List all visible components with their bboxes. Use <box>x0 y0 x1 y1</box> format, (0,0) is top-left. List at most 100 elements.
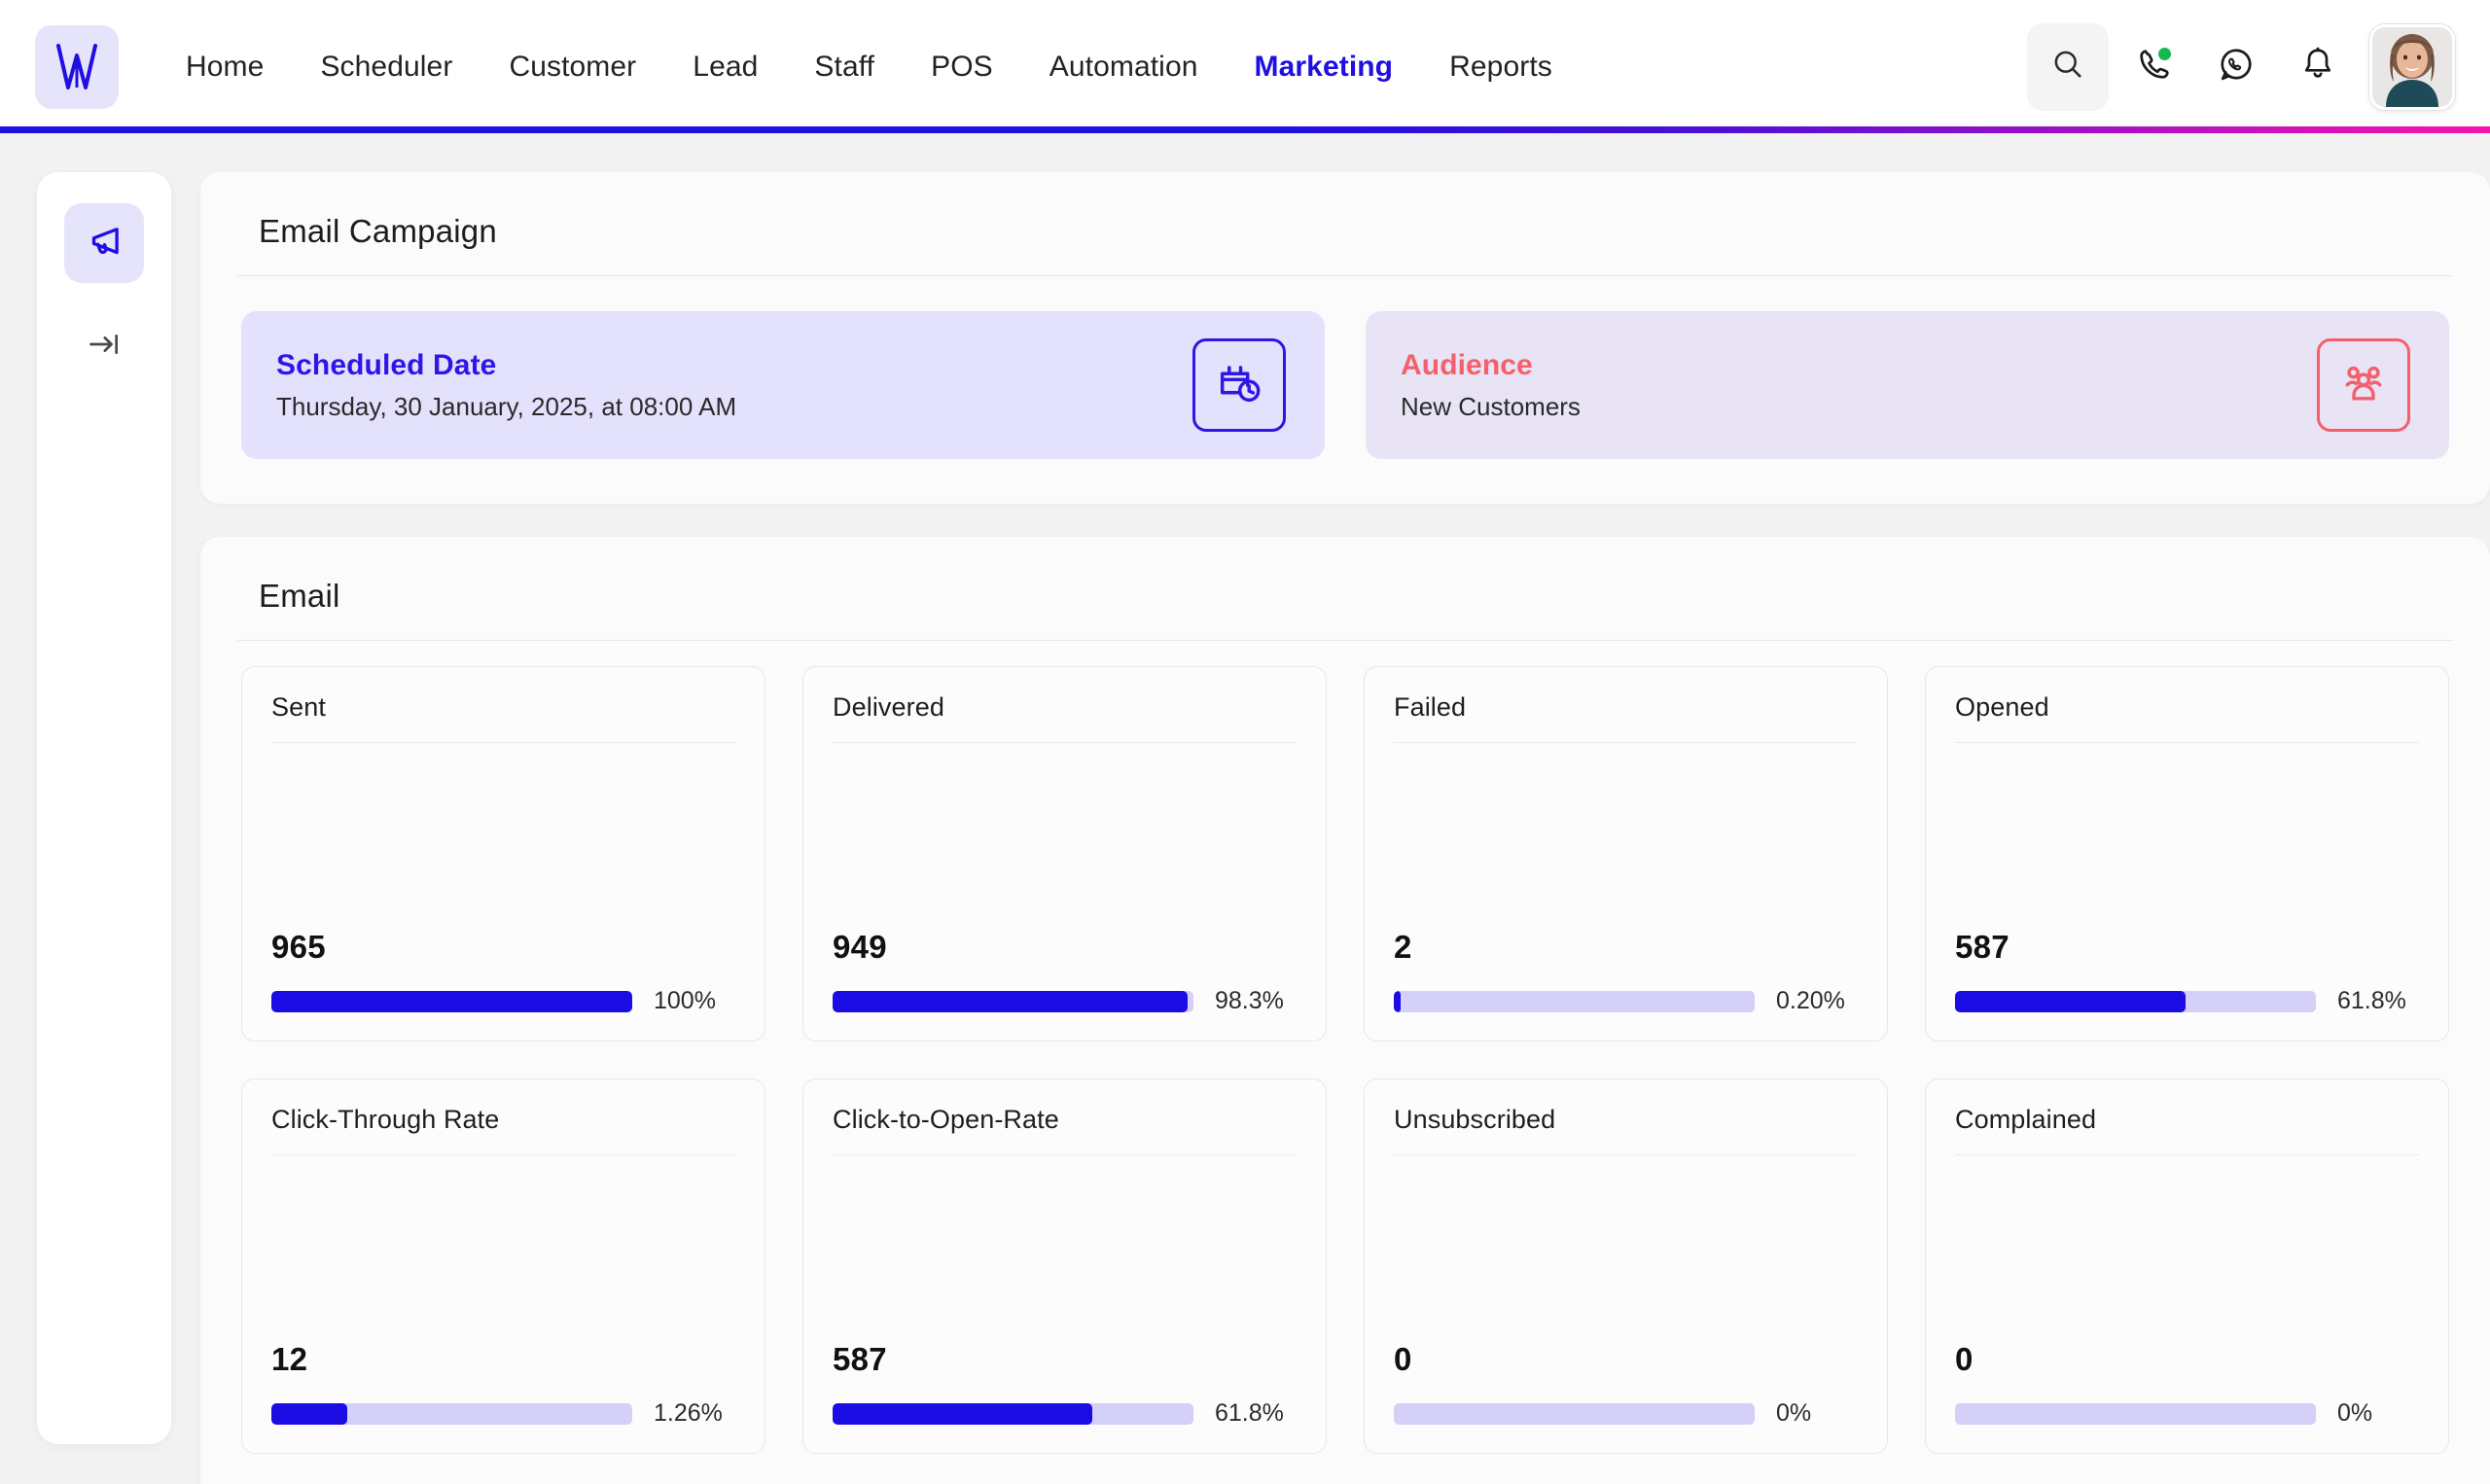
progress-label: 61.8% <box>1215 1399 1297 1428</box>
progress-track <box>1955 991 2316 1012</box>
progress-label: 0% <box>2337 1399 2419 1428</box>
stat-value: 949 <box>833 929 1297 966</box>
stat-card-unsubscribed[interactable]: Unsubscribed 0 0% <box>1364 1078 1888 1454</box>
primary-nav: Home Scheduler Customer Lead Staff POS A… <box>158 41 2027 93</box>
progress-label: 1.26% <box>654 1399 735 1428</box>
audience-label: Audience <box>1401 349 1581 382</box>
stat-card-delivered[interactable]: Delivered 949 98.3% <box>802 666 1327 1042</box>
collapse-arrow-icon <box>86 326 123 368</box>
nav-item-home[interactable]: Home <box>158 41 292 93</box>
stat-divider <box>271 742 735 743</box>
call-status-dot <box>2158 48 2171 60</box>
stat-title: Click-Through Rate <box>271 1105 735 1154</box>
header-actions <box>2027 23 2455 111</box>
stat-card-opened[interactable]: Opened 587 61.8% <box>1925 666 2449 1042</box>
stat-title: Sent <box>271 692 735 742</box>
stat-progress: 100% <box>271 987 735 1015</box>
stat-progress: 98.3% <box>833 987 1297 1015</box>
whatsapp-icon <box>2218 46 2255 88</box>
scheduled-date-card[interactable]: Scheduled Date Thursday, 30 January, 202… <box>241 311 1325 459</box>
stat-divider <box>1955 1154 2419 1155</box>
stat-card-failed[interactable]: Failed 2 0.20% <box>1364 666 1888 1042</box>
progress-track <box>271 1403 632 1425</box>
stat-value: 12 <box>271 1341 735 1378</box>
audience-card[interactable]: Audience New Customers <box>1366 311 2449 459</box>
stat-title: Unsubscribed <box>1394 1105 1858 1154</box>
app-logo[interactable] <box>35 25 119 109</box>
search-icon <box>2050 47 2085 87</box>
stat-progress: 61.8% <box>1955 987 2419 1015</box>
stat-progress: 1.26% <box>271 1399 735 1428</box>
stat-value: 587 <box>833 1341 1297 1378</box>
stat-card-complained[interactable]: Complained 0 0% <box>1925 1078 2449 1454</box>
scheduled-date-value: Thursday, 30 January, 2025, at 08:00 AM <box>276 392 736 422</box>
email-section-title: Email <box>259 578 2432 615</box>
stat-card-click-to-open-rate[interactable]: Click-to-Open-Rate 587 61.8% <box>802 1078 1327 1454</box>
stat-value: 587 <box>1955 929 2419 966</box>
nav-item-marketing[interactable]: Marketing <box>1227 41 1422 93</box>
main-content: Email Campaign Scheduled Date Thursday, … <box>200 172 2490 1484</box>
stat-title: Delivered <box>833 692 1297 742</box>
progress-fill <box>1955 991 2186 1012</box>
progress-label: 61.8% <box>2337 987 2419 1015</box>
audience-value: New Customers <box>1401 392 1581 422</box>
user-avatar-button[interactable] <box>2369 24 2455 110</box>
stat-divider <box>833 742 1297 743</box>
nav-item-pos[interactable]: POS <box>903 41 1021 93</box>
nav-item-reports[interactable]: Reports <box>1421 41 1581 93</box>
email-stat-cards: Sent 965 100% Delivered 949 <box>200 641 2490 1484</box>
stat-title: Complained <box>1955 1105 2419 1154</box>
stat-title: Click-to-Open-Rate <box>833 1105 1297 1154</box>
progress-label: 0% <box>1776 1399 1858 1428</box>
stat-progress: 61.8% <box>833 1399 1297 1428</box>
campaign-panel-header: Email Campaign <box>200 172 2490 275</box>
calendar-clock-icon <box>1214 358 1264 413</box>
campaign-summary-row: Scheduled Date Thursday, 30 January, 202… <box>200 276 2490 504</box>
left-sidebar <box>37 172 171 1444</box>
stat-progress: 0% <box>1394 1399 1858 1428</box>
w-logo-icon <box>54 41 99 93</box>
audience-text: Audience New Customers <box>1401 349 1581 422</box>
stat-divider <box>1955 742 2419 743</box>
progress-fill <box>1394 991 1401 1012</box>
stat-value: 0 <box>1955 1341 2419 1378</box>
bell-icon <box>2299 46 2336 88</box>
nav-item-automation[interactable]: Automation <box>1021 41 1227 93</box>
nav-item-customer[interactable]: Customer <box>480 41 664 93</box>
top-navigation-bar: Home Scheduler Customer Lead Staff POS A… <box>0 0 2490 133</box>
page-body: Email Campaign Scheduled Date Thursday, … <box>0 133 2490 1484</box>
notifications-button[interactable] <box>2282 31 2354 103</box>
progress-track <box>1394 1403 1755 1425</box>
whatsapp-button[interactable] <box>2200 31 2272 103</box>
people-group-icon-box <box>2317 338 2410 432</box>
progress-fill <box>271 1403 347 1425</box>
megaphone-icon <box>84 221 124 266</box>
sidebar-item-campaign[interactable] <box>64 203 144 283</box>
stat-divider <box>833 1154 1297 1155</box>
progress-label: 0.20% <box>1776 987 1858 1015</box>
calendar-clock-icon-box <box>1192 338 1286 432</box>
stat-progress: 0.20% <box>1394 987 1858 1015</box>
scheduled-date-text: Scheduled Date Thursday, 30 January, 202… <box>276 349 736 422</box>
nav-item-staff[interactable]: Staff <box>786 41 903 93</box>
page-title: Email Campaign <box>259 213 2432 250</box>
email-panel-header: Email <box>200 537 2490 640</box>
stat-divider <box>1394 742 1858 743</box>
nav-item-scheduler[interactable]: Scheduler <box>292 41 480 93</box>
stat-card-sent[interactable]: Sent 965 100% <box>241 666 765 1042</box>
sidebar-item-collapse[interactable] <box>64 306 144 386</box>
email-stats-panel: Email Sent 965 100% <box>200 537 2490 1484</box>
call-button[interactable] <box>2118 31 2190 103</box>
stat-title: Failed <box>1394 692 1858 742</box>
stat-divider <box>1394 1154 1858 1155</box>
stat-row-2: Click-Through Rate 12 1.26% Click-to-Ope… <box>241 1078 2449 1454</box>
progress-fill <box>833 991 1188 1012</box>
stat-divider <box>271 1154 735 1155</box>
stat-value: 2 <box>1394 929 1858 966</box>
stat-card-click-through-rate[interactable]: Click-Through Rate 12 1.26% <box>241 1078 765 1454</box>
nav-item-lead[interactable]: Lead <box>664 41 786 93</box>
progress-label: 100% <box>654 987 735 1015</box>
progress-fill <box>271 991 632 1012</box>
progress-track <box>1955 1403 2316 1425</box>
search-button[interactable] <box>2027 23 2109 111</box>
